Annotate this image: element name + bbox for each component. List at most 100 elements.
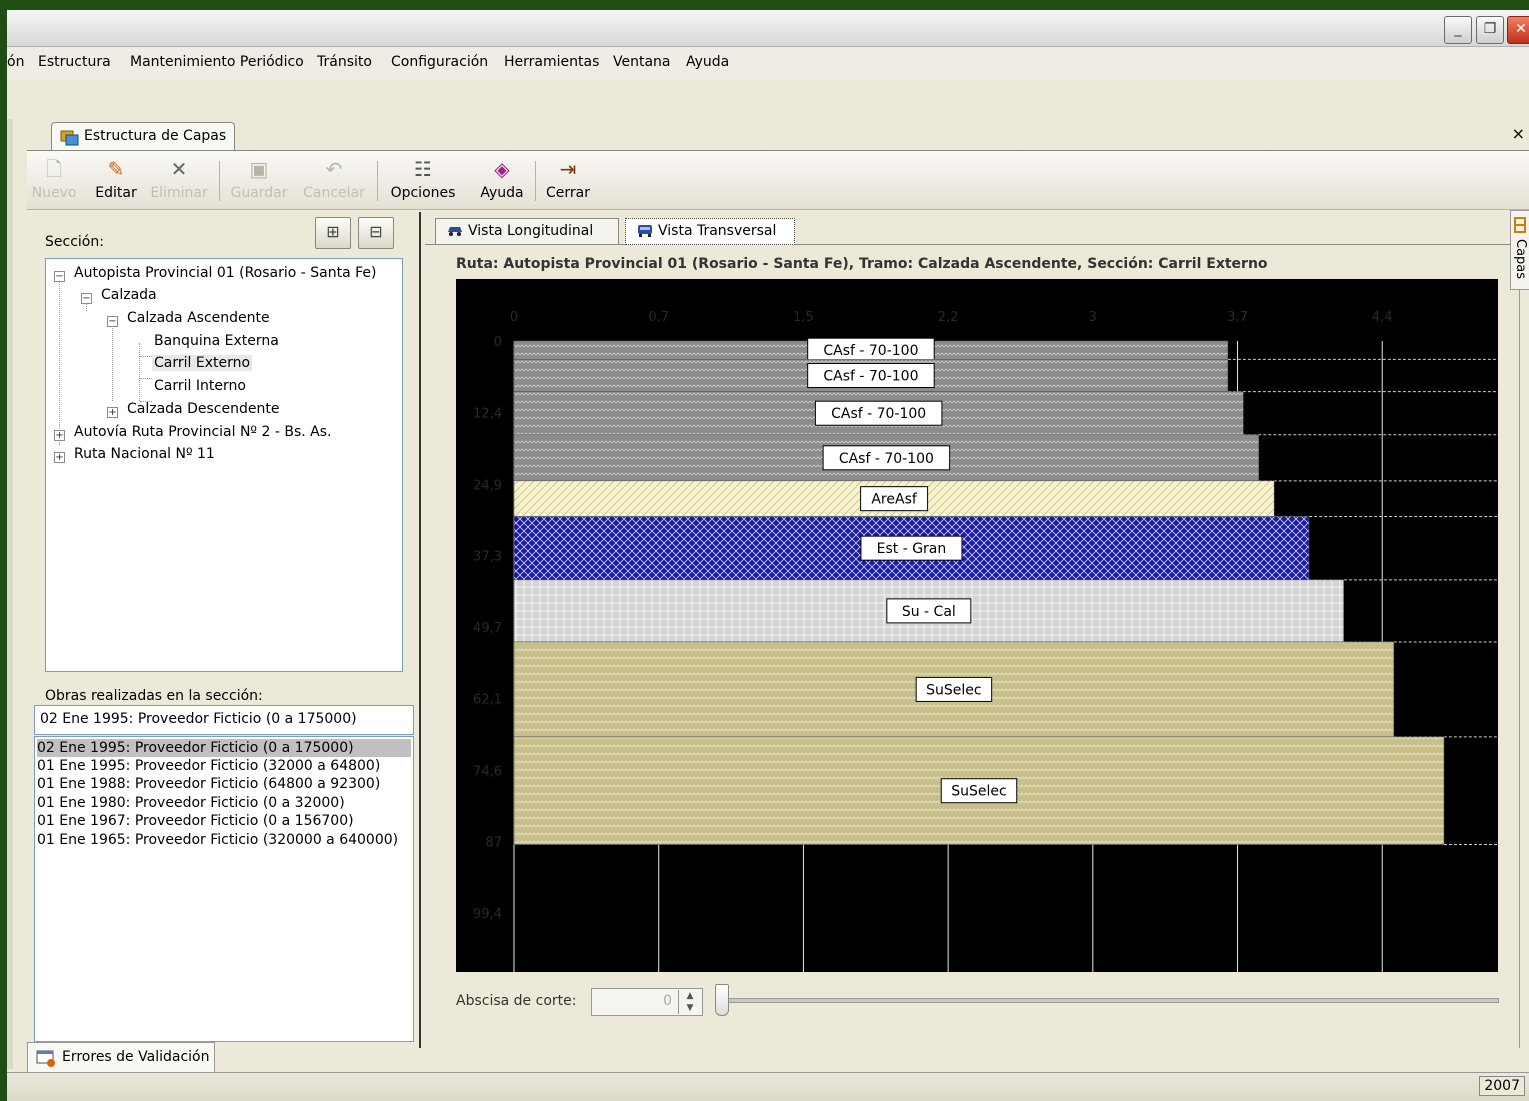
- car-icon: [448, 227, 462, 236]
- layer-label: CAsf - 70-100: [823, 343, 918, 359]
- opciones-button[interactable]: ☷ Opciones: [387, 155, 459, 205]
- cross-section-chart: CAsf - 70-100 CAsf - 70-100 CAsf - 70-100 C…: [456, 279, 1498, 972]
- toolbar-separator: [535, 161, 536, 201]
- tree-node-carril-externo[interactable]: Carril Externo: [152, 355, 253, 371]
- document-tab-label: Estructura de Capas: [84, 128, 227, 144]
- nuevo-button[interactable]: 🗋 Nuevo: [29, 155, 79, 205]
- tree-connector: [59, 275, 60, 445]
- list-item[interactable]: 01 Ene 1995: Proveedor Ficticio (32000 a…: [37, 757, 380, 775]
- editar-label: Editar: [95, 185, 137, 201]
- ayuda-button[interactable]: ◈ Ayuda: [475, 155, 529, 205]
- eliminar-button[interactable]: ✕ Eliminar: [149, 155, 209, 205]
- tree-node-banquina-externa[interactable]: Banquina Externa: [154, 333, 279, 349]
- errores-validacion-tab[interactable]: Errores de Validación: [27, 1042, 215, 1074]
- tree-node-calzada[interactable]: Calzada: [101, 287, 157, 303]
- collapse-node-icon[interactable]: −: [81, 293, 92, 304]
- expand-node-icon[interactable]: +: [107, 407, 118, 418]
- tab-vista-transversal[interactable]: Vista Transversal: [625, 218, 795, 245]
- abscisa-slider-track[interactable]: [725, 998, 1499, 1003]
- close-window-button[interactable]: ✕: [1507, 16, 1529, 44]
- y-tick-label: 24,9: [473, 478, 502, 493]
- tree-node-autovia-rp2[interactable]: Autovía Ruta Provincial Nº 2 - Bs. As.: [74, 424, 331, 440]
- cerrar-label: Cerrar: [546, 185, 590, 201]
- delete-icon: ✕: [170, 157, 188, 181]
- tree-node-calzada-ascendente[interactable]: Calzada Ascendente: [127, 310, 270, 326]
- options-icon: ☷: [414, 157, 432, 181]
- x-tick-label: 4,4: [1372, 310, 1393, 325]
- menu-item-configuracion[interactable]: Configuración: [391, 54, 488, 70]
- layer-label: Est - Gran: [877, 541, 947, 557]
- collapse-all-button[interactable]: ⊟: [358, 217, 394, 249]
- collapse-node-icon[interactable]: −: [54, 271, 65, 282]
- y-tick-label: 12,4: [473, 406, 502, 421]
- list-item[interactable]: 01 Ene 1965: Proveedor Ficticio (320000 …: [37, 831, 398, 849]
- tree-node-autopista-01[interactable]: Autopista Provincial 01 (Rosario - Santa…: [74, 265, 377, 281]
- obras-combo[interactable]: 02 Ene 1995: Proveedor Ficticio (0 a 175…: [34, 705, 414, 735]
- spin-arrows-icon[interactable]: ▲ ▼: [678, 990, 701, 1014]
- car-front-icon: [638, 225, 652, 237]
- layer-label: CAsf - 70-100: [839, 451, 934, 467]
- chart-svg: CAsf - 70-100 CAsf - 70-100 CAsf - 70-100 C…: [473, 310, 1498, 972]
- application-window: _ ❐ ✕ ón Estructura Mantenimiento Periód…: [7, 10, 1529, 1101]
- y-tick-label: 87: [485, 836, 502, 851]
- x-tick-label: 0: [510, 310, 518, 325]
- y-tick-label: 99,4: [473, 907, 502, 922]
- title-bar: _ ❐ ✕: [7, 10, 1529, 47]
- toolbar-separator: [219, 161, 220, 201]
- editar-button[interactable]: ✎ Editar: [89, 155, 143, 205]
- menu-item-transito[interactable]: Tránsito: [317, 54, 372, 70]
- guardar-label: Guardar: [230, 185, 288, 201]
- list-item[interactable]: 01 Ene 1967: Proveedor Ficticio (0 a 156…: [37, 812, 354, 830]
- eliminar-label: Eliminar: [150, 185, 208, 201]
- expand-node-icon[interactable]: +: [54, 452, 65, 463]
- menu-bar: ón Estructura Mantenimiento Periódico Tr…: [7, 47, 1529, 79]
- tree-connector: [140, 356, 152, 357]
- list-item[interactable]: 01 Ene 1988: Proveedor Ficticio (64800 a…: [37, 775, 380, 793]
- tab-vista-longitudinal[interactable]: Vista Longitudinal: [435, 218, 619, 244]
- pencil-icon: ✎: [107, 157, 125, 181]
- expand-node-icon[interactable]: +: [54, 430, 65, 441]
- menu-item-ayuda[interactable]: Ayuda: [686, 54, 729, 70]
- side-tab-capas[interactable]: Capas: [1510, 210, 1529, 290]
- menu-item-ventana[interactable]: Ventana: [613, 54, 671, 70]
- close-document-icon[interactable]: ×: [1512, 124, 1525, 143]
- section-tree: − Autopista Provincial 01 (Rosario - San…: [45, 258, 403, 672]
- tree-node-carril-interno[interactable]: Carril Interno: [154, 378, 246, 394]
- cancelar-button[interactable]: ↶ Cancelar: [301, 155, 367, 205]
- y-tick-label: 49,7: [473, 621, 502, 636]
- menu-item-partial[interactable]: ón: [7, 54, 24, 70]
- layers-icon: [60, 130, 79, 146]
- abscisa-slider-thumb[interactable]: [715, 984, 729, 1016]
- expand-all-button[interactable]: ⊞: [315, 217, 351, 249]
- tree-node-calzada-descendente[interactable]: Calzada Descendente: [127, 401, 279, 417]
- expand-tree-icon: ⊞: [326, 222, 340, 241]
- x-tick-label: 3: [1089, 310, 1097, 325]
- abscisa-spinner[interactable]: 0 ▲ ▼: [591, 988, 703, 1016]
- ayuda-label: Ayuda: [480, 185, 524, 201]
- restore-button[interactable]: ❐: [1476, 16, 1504, 44]
- layer-label: SuSelec: [951, 784, 1006, 800]
- layer-label: SuSelec: [926, 682, 981, 698]
- tab-vista-longitudinal-label: Vista Longitudinal: [468, 223, 594, 239]
- errores-validacion-label: Errores de Validación: [62, 1049, 210, 1065]
- document-toolbar: 🗋 Nuevo ✎ Editar ✕ Eliminar ▣ Guardar ↶ …: [27, 151, 1529, 210]
- new-document-icon: 🗋: [45, 157, 63, 181]
- menu-item-mantenimiento[interactable]: Mantenimiento Periódico: [130, 54, 304, 70]
- list-item[interactable]: 02 Ene 1995: Proveedor Ficticio (0 a 175…: [37, 739, 411, 757]
- tree-node-ruta-nacional-11[interactable]: Ruta Nacional Nº 11: [74, 446, 215, 462]
- layer-label: Su - Cal: [902, 604, 956, 620]
- document-window: Estructura de Capas × 🗋 Nuevo ✎ Editar ✕…: [27, 120, 1529, 1050]
- layer-label: CAsf - 70-100: [823, 369, 918, 385]
- abscisa-label: Abscisa de corte:: [456, 993, 577, 1009]
- guardar-button[interactable]: ▣ Guardar: [227, 155, 291, 205]
- x-tick-label: 1,5: [793, 310, 814, 325]
- menu-item-herramientas[interactable]: Herramientas: [504, 54, 599, 70]
- document-tab-estructura[interactable]: Estructura de Capas: [51, 122, 235, 150]
- minimize-button[interactable]: _: [1444, 16, 1472, 44]
- collapse-node-icon[interactable]: −: [107, 316, 118, 327]
- list-item[interactable]: 01 Ene 1980: Proveedor Ficticio (0 a 320…: [37, 794, 345, 812]
- cerrar-button[interactable]: ⇥ Cerrar: [541, 155, 595, 205]
- menu-item-estructura[interactable]: Estructura: [38, 54, 111, 70]
- document-tab-strip: Estructura de Capas ×: [27, 120, 1529, 151]
- help-book-icon: ◈: [494, 157, 510, 181]
